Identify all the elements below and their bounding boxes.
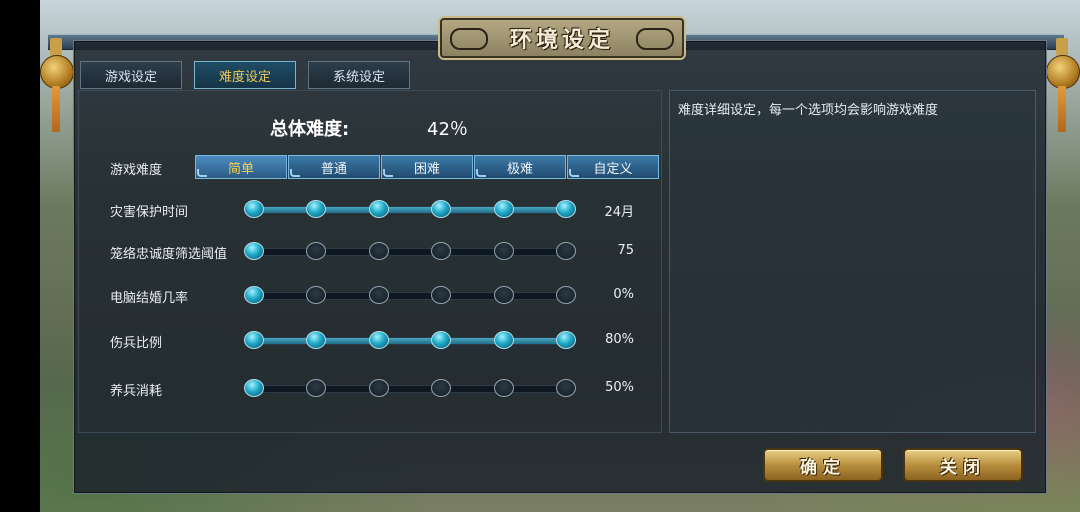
slider-step-dot[interactable]	[493, 200, 514, 218]
disaster-protection-slider[interactable]	[244, 200, 576, 218]
slider-step-dot[interactable]	[493, 286, 514, 304]
rod-cap-left	[50, 38, 62, 56]
tab-game-settings[interactable]: 游戏设定	[80, 61, 182, 89]
slider-step-dot[interactable]	[493, 242, 514, 260]
slider-step-dot[interactable]	[368, 242, 389, 260]
slider-step-dot[interactable]	[556, 200, 576, 218]
title-plaque: 环境设定	[440, 18, 684, 58]
difficulty-option-custom[interactable]: 自定义	[567, 155, 659, 179]
difficulty-option-easy[interactable]: 简单	[195, 155, 287, 179]
wounded-ratio-value: 80%	[605, 332, 634, 347]
ai-marriage-rate-slider[interactable]	[244, 286, 576, 304]
window-title: 环境设定	[509, 27, 614, 53]
ai-marriage-rate-label: 电脑结婚几率	[110, 291, 189, 306]
difficulty-option-normal[interactable]: 普通	[288, 155, 380, 179]
disaster-protection-label: 灾害保护时间	[110, 205, 189, 220]
slider-step-dot[interactable]	[493, 331, 514, 349]
difficulty-option-extreme[interactable]: 极难	[474, 155, 566, 179]
wounded-ratio-label: 伤兵比例	[110, 336, 163, 351]
slider-step-dot[interactable]	[368, 286, 389, 304]
slider-step-dot[interactable]	[368, 200, 389, 218]
slider-step-dot[interactable]	[244, 379, 264, 397]
troop-upkeep-slider[interactable]	[244, 379, 576, 397]
slider-step-dot[interactable]	[556, 286, 576, 304]
description-text: 难度详细设定，每一个选项均会影响游戏难度	[678, 103, 939, 118]
ai-marriage-rate-value: 0%	[613, 287, 634, 302]
slider-step-dot[interactable]	[244, 331, 264, 349]
cloud-ornament-left-icon	[450, 28, 488, 50]
rod-cap-right	[1056, 38, 1068, 56]
disaster-protection-value: 24月	[604, 205, 634, 220]
loyalty-threshold-label: 笼络忠诚度筛选阈值	[110, 247, 228, 262]
left-letterbox	[0, 0, 40, 512]
tab-system-settings[interactable]: 系统设定	[308, 61, 410, 89]
slider-step-dot[interactable]	[556, 331, 576, 349]
slider-step-dot[interactable]	[556, 379, 576, 397]
slider-fill	[254, 338, 570, 344]
difficulty-label: 游戏难度	[110, 163, 163, 178]
slider-step-dot[interactable]	[244, 242, 264, 260]
slider-step-dot[interactable]	[368, 379, 389, 397]
slider-fill	[254, 207, 570, 213]
tassel-left	[52, 86, 60, 132]
rod-knob-left	[40, 55, 74, 89]
close-button[interactable]: 关闭	[903, 448, 1023, 482]
description-box: 难度详细设定，每一个选项均会影响游戏难度	[669, 90, 1036, 433]
loyalty-threshold-value: 75	[617, 243, 634, 258]
loyalty-threshold-slider[interactable]	[244, 242, 576, 260]
rod-knob-right	[1046, 55, 1080, 89]
slider-step-dot[interactable]	[493, 379, 514, 397]
settings-tabs: 游戏设定 难度设定 系统设定	[80, 61, 410, 89]
troop-upkeep-label: 养兵消耗	[110, 384, 163, 399]
troop-upkeep-value: 50%	[605, 380, 634, 395]
slider-step-dot[interactable]	[244, 200, 264, 218]
tab-difficulty-settings[interactable]: 难度设定	[194, 61, 296, 89]
difficulty-option-hard[interactable]: 困难	[381, 155, 473, 179]
cloud-ornament-right-icon	[636, 28, 674, 50]
confirm-button[interactable]: 确定	[763, 448, 883, 482]
tassel-right	[1058, 86, 1066, 132]
overall-difficulty-label: 总体难度:	[270, 119, 350, 140]
wounded-ratio-slider[interactable]	[244, 331, 576, 349]
slider-step-dot[interactable]	[244, 286, 264, 304]
slider-step-dot[interactable]	[556, 242, 576, 260]
slider-step-dot[interactable]	[368, 331, 389, 349]
overall-difficulty-value: 42％	[427, 119, 468, 140]
